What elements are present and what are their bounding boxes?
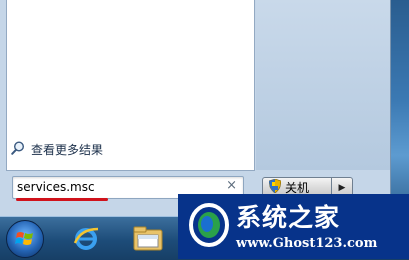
uac-shield-icon xyxy=(268,178,282,196)
watermark-logo xyxy=(189,203,229,247)
start-menu-right-pane xyxy=(256,0,390,170)
watermark-title: 系统之家 xyxy=(236,203,341,232)
start-search-input[interactable] xyxy=(17,179,217,195)
internet-explorer-icon[interactable] xyxy=(66,220,106,256)
windows-start-orb-icon[interactable] xyxy=(6,220,44,258)
red-highlight-underline xyxy=(16,198,108,201)
watermark-url: www.Ghost123.com xyxy=(236,236,378,251)
watermark: 系统之家 www.Ghost123.com xyxy=(178,194,409,259)
shutdown-label: 关机 xyxy=(285,180,310,195)
see-more-results-link[interactable]: 查看更多结果 xyxy=(10,139,103,159)
file-explorer-icon[interactable] xyxy=(128,220,168,256)
clear-search-icon[interactable]: × xyxy=(226,178,237,193)
see-more-results-label: 查看更多结果 xyxy=(31,142,104,157)
start-menu: 查看更多结果 × 关机 ▶ xyxy=(0,0,391,216)
magnifier-icon xyxy=(10,140,26,159)
desktop-background xyxy=(390,0,409,222)
triangle-right-icon: ▶ xyxy=(338,183,346,193)
